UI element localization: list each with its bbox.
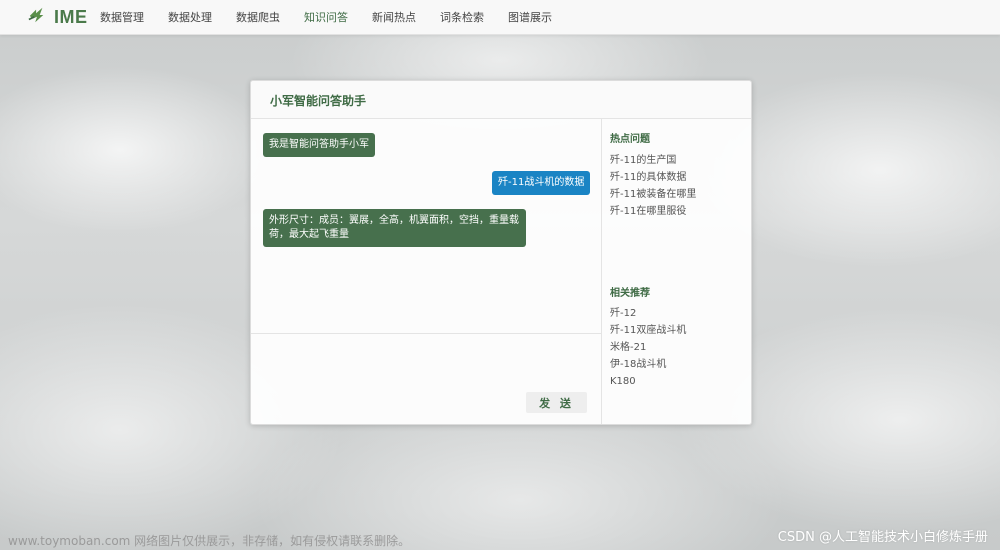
hot-question-item[interactable]: 歼-11的具体数据	[610, 169, 696, 186]
bot-message: 我是智能问答助手小军	[263, 133, 375, 157]
brand-name: IME	[54, 6, 88, 27]
panel-header: 小军智能问答助手	[251, 81, 751, 119]
bot-message: 外形尺寸：成员：翼展，全高，机翼面积，空挡，重量载荷，最大起飞重量	[263, 209, 526, 247]
hot-question-item[interactable]: 歼-11的生产国	[610, 152, 696, 169]
panel-title: 小军智能问答助手	[270, 94, 367, 108]
leaf-logo-icon	[28, 6, 46, 28]
nav-item-graph-display[interactable]: 图谱展示	[508, 9, 552, 25]
chat-history: 我是智能问答助手小军 歼-11战斗机的数据 外形尺寸：成员：翼展，全高，机翼面积…	[251, 119, 601, 333]
nav-item-entry-search[interactable]: 词条检索	[440, 9, 484, 25]
top-navbar: IME 数据管理 数据处理 数据爬虫 知识问答 新闻热点 词条检索 图谱展示	[0, 0, 1000, 35]
related-item[interactable]: 歼-11双座战斗机	[610, 322, 686, 339]
main-nav: 数据管理 数据处理 数据爬虫 知识问答 新闻热点 词条检索 图谱展示	[100, 0, 576, 34]
related-title: 相关推荐	[610, 288, 650, 299]
hot-questions-title: 热点问题	[610, 134, 650, 145]
watermark-right: CSDN @人工智能技术小白修炼手册	[777, 530, 988, 545]
related-item[interactable]: 歼-12	[610, 305, 686, 322]
nav-item-data-processing[interactable]: 数据处理	[168, 9, 212, 25]
sidebar-divider	[601, 119, 602, 424]
nav-item-data-crawler[interactable]: 数据爬虫	[236, 9, 280, 25]
hot-question-item[interactable]: 歼-11被装备在哪里	[610, 186, 696, 203]
watermark-left: www.toymoban.com 网络图片仅供展示，非存储，如有侵权请联系删除。	[8, 534, 411, 548]
related-item[interactable]: 伊-18战斗机	[610, 356, 686, 373]
brand[interactable]: IME	[28, 6, 88, 28]
nav-item-knowledge-qa[interactable]: 知识问答	[304, 9, 348, 25]
message-input-area[interactable]: 发 送	[251, 334, 601, 424]
user-message: 歼-11战斗机的数据	[492, 171, 591, 195]
related-item[interactable]: K180	[610, 373, 686, 390]
nav-item-data-management[interactable]: 数据管理	[100, 9, 144, 25]
send-button[interactable]: 发 送	[526, 392, 587, 413]
related-list: 歼-12 歼-11双座战斗机 米格-21 伊-18战斗机 K180	[610, 305, 686, 390]
hot-questions-list: 歼-11的生产国 歼-11的具体数据 歼-11被装备在哪里 歼-11在哪里服役	[610, 152, 696, 220]
qa-panel: 小军智能问答助手 我是智能问答助手小军 歼-11战斗机的数据 外形尺寸：成员：翼…	[250, 80, 752, 425]
nav-item-news-hotspots[interactable]: 新闻热点	[372, 9, 416, 25]
related-item[interactable]: 米格-21	[610, 339, 686, 356]
hot-question-item[interactable]: 歼-11在哪里服役	[610, 203, 696, 220]
